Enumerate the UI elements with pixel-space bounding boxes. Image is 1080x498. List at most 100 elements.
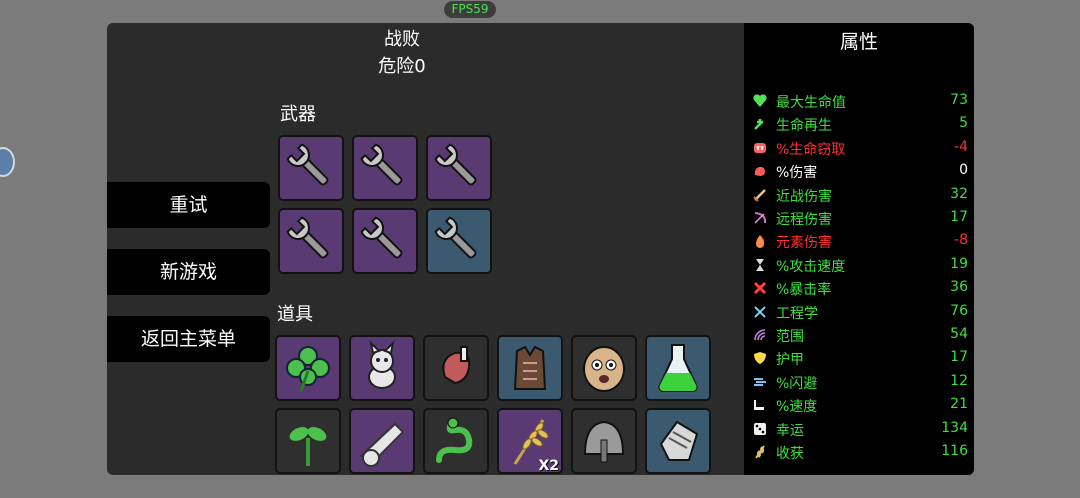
stat-value: 76 bbox=[950, 302, 968, 319]
stat-row[interactable]: 远程伤害 17 bbox=[752, 207, 968, 229]
items-label: 道具 bbox=[277, 304, 313, 325]
stat-label: 幸运 bbox=[776, 422, 804, 439]
stat-row[interactable]: 护甲 17 bbox=[752, 347, 968, 369]
weapon-slot[interactable] bbox=[426, 208, 492, 274]
glove-icon bbox=[659, 420, 699, 461]
stat-row[interactable]: 生命再生 5 bbox=[752, 113, 968, 135]
stat-label: 最大生命值 bbox=[776, 95, 846, 111]
stat-row[interactable]: 元素伤害 -8 bbox=[752, 230, 968, 252]
stat-value: 116 bbox=[941, 443, 968, 459]
stats-title: 属性 bbox=[839, 31, 878, 53]
wrench-icon bbox=[286, 143, 329, 186]
crit-icon bbox=[752, 280, 768, 296]
item-slot[interactable] bbox=[571, 408, 637, 474]
game-over-panel: 战败 危险0 武器 道具 X2 重试 新游戏 返回主菜单 属性 最大生命值 73 生… bbox=[107, 23, 974, 475]
stat-value: 32 bbox=[950, 185, 968, 202]
hourglass-icon bbox=[752, 257, 768, 273]
stat-row[interactable]: 幸运 134 bbox=[752, 418, 968, 440]
potion-icon bbox=[658, 344, 698, 393]
stat-value: 0 bbox=[959, 162, 968, 179]
stat-row[interactable]: 工程学 76 bbox=[752, 301, 968, 323]
stat-label: %闪避 bbox=[776, 375, 818, 392]
weapon-slot[interactable] bbox=[278, 208, 344, 274]
stat-value: 17 bbox=[950, 349, 968, 366]
wrench-icon bbox=[360, 143, 403, 186]
stat-value: 134 bbox=[941, 419, 968, 436]
item-slot[interactable] bbox=[349, 335, 415, 401]
item-slot[interactable] bbox=[423, 335, 489, 401]
retry-button[interactable]: 重试 bbox=[107, 182, 270, 228]
stat-row[interactable]: %生命窃取 -4 bbox=[752, 137, 968, 159]
main-menu-button[interactable]: 返回主菜单 bbox=[107, 316, 270, 362]
boot-icon bbox=[752, 397, 768, 413]
stat-row[interactable]: %暴击率 36 bbox=[752, 277, 968, 299]
stat-value: 36 bbox=[950, 279, 968, 296]
stat-value: 54 bbox=[950, 326, 968, 342]
dodge-icon bbox=[752, 374, 768, 390]
shield-icon bbox=[752, 350, 768, 366]
stat-row[interactable]: 近战伤害 32 bbox=[752, 184, 968, 206]
weapon-slot[interactable] bbox=[426, 135, 492, 201]
stat-row[interactable]: 最大生命值 73 bbox=[752, 90, 968, 112]
stat-value: 19 bbox=[950, 255, 968, 272]
heart-icon bbox=[752, 93, 768, 109]
weapon-slot[interactable] bbox=[352, 208, 418, 274]
item-slot[interactable]: X2 bbox=[497, 408, 563, 474]
helmet-icon bbox=[583, 420, 625, 463]
wrench-icon bbox=[360, 216, 403, 259]
dice-icon bbox=[752, 421, 768, 437]
stat-label: 范围 bbox=[776, 329, 804, 345]
vest-icon bbox=[513, 345, 547, 390]
tools-icon bbox=[752, 304, 768, 320]
potato-face-icon bbox=[583, 346, 625, 392]
item-slot[interactable] bbox=[275, 335, 341, 401]
item-slot[interactable] bbox=[349, 408, 415, 474]
stat-label: %速度 bbox=[776, 399, 818, 416]
item-slot[interactable] bbox=[275, 408, 341, 474]
weapon-slot[interactable] bbox=[278, 135, 344, 201]
wrench-icon bbox=[434, 216, 477, 259]
harvest-icon bbox=[752, 444, 768, 460]
stat-row[interactable]: %伤害 0 bbox=[752, 160, 968, 182]
stat-row[interactable]: 收获 116 bbox=[752, 441, 968, 463]
sword-icon bbox=[752, 187, 768, 203]
stat-row[interactable]: %闪避 12 bbox=[752, 371, 968, 393]
stat-value: 73 bbox=[950, 92, 968, 108]
clover-icon bbox=[286, 346, 330, 392]
item-slot[interactable] bbox=[497, 335, 563, 401]
floating-side-button[interactable] bbox=[0, 147, 15, 177]
weapons-label: 武器 bbox=[280, 104, 316, 125]
stats-panel: 属性 最大生命值 73 生命再生 5 %生命窃取 -4 %伤害 0 近战伤害 32 远程伤害 17 元素… bbox=[744, 23, 974, 475]
stat-label: %伤害 bbox=[776, 165, 818, 182]
stat-value: 5 bbox=[959, 115, 968, 132]
stat-label: 收获 bbox=[776, 446, 804, 462]
range-icon bbox=[752, 327, 768, 343]
stat-label: 生命再生 bbox=[776, 118, 832, 135]
meat-icon bbox=[442, 346, 471, 385]
stat-label: %暴击率 bbox=[776, 282, 832, 299]
muscle-icon bbox=[752, 163, 768, 179]
stat-value: 12 bbox=[950, 372, 968, 389]
snake-icon bbox=[436, 417, 473, 463]
stat-label: 元素伤害 bbox=[776, 235, 832, 252]
stat-label: 远程伤害 bbox=[776, 212, 832, 228]
stat-row[interactable]: %速度 21 bbox=[752, 394, 968, 416]
item-slot[interactable] bbox=[423, 408, 489, 474]
cat-toy-icon bbox=[368, 339, 396, 389]
stat-row[interactable]: %攻击速度 19 bbox=[752, 254, 968, 276]
stat-row[interactable]: 范围 54 bbox=[752, 324, 968, 346]
stat-label: 护甲 bbox=[776, 352, 804, 369]
weapon-slot[interactable] bbox=[352, 135, 418, 201]
fps-counter: FPS59 bbox=[444, 1, 496, 18]
stat-value: 17 bbox=[950, 209, 968, 225]
item-quantity: X2 bbox=[538, 458, 559, 474]
stat-value: 21 bbox=[950, 396, 968, 413]
regen-icon bbox=[752, 116, 768, 132]
item-slot[interactable] bbox=[645, 408, 711, 474]
new-game-button[interactable]: 新游戏 bbox=[107, 249, 270, 295]
stat-label: %攻击速度 bbox=[776, 258, 846, 275]
result-title: 战败 bbox=[384, 29, 420, 50]
item-slot[interactable] bbox=[645, 335, 711, 401]
item-slot[interactable] bbox=[571, 335, 637, 401]
fang-icon bbox=[752, 140, 768, 156]
